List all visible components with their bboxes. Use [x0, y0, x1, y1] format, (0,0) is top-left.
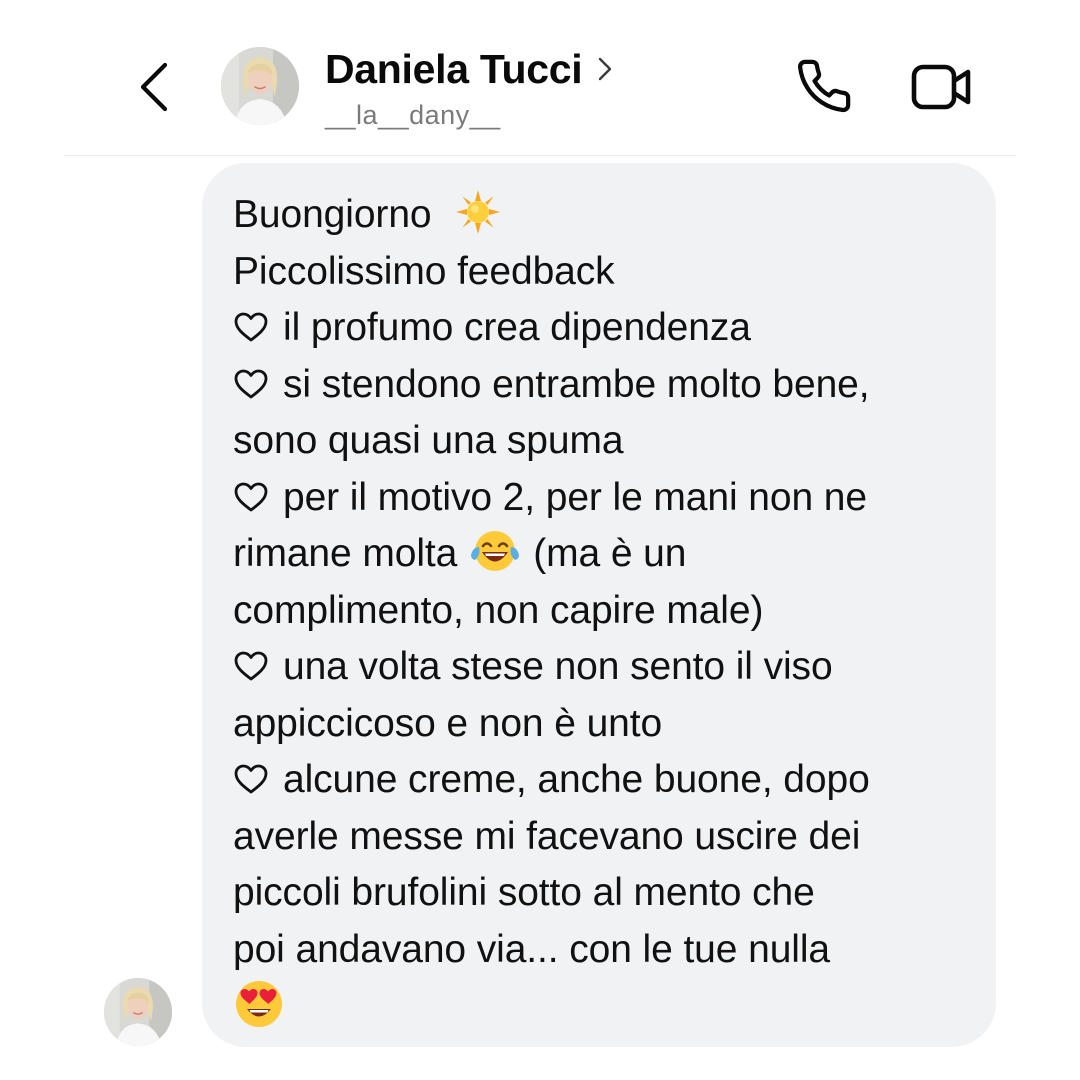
message-text: il profumo crea dipendenza: [283, 306, 751, 349]
sender-avatar[interactable]: [104, 978, 172, 1046]
avatar[interactable]: [221, 47, 299, 125]
message-text: (ma è un: [533, 532, 687, 575]
heart-eyes-emoji-icon: [236, 981, 282, 1027]
heart-outline-icon: [234, 482, 268, 511]
chat-header: Daniela Tucci __la__dany__: [0, 0, 1080, 156]
back-button[interactable]: [126, 55, 182, 119]
message-text: rimane molta: [233, 532, 458, 575]
message-line: Buongiorno: [233, 187, 976, 244]
message-line: rimane molta (ma è un: [233, 526, 976, 583]
message-line: il profumo crea dipendenza: [233, 300, 976, 357]
message-line: sono quasi una spuma: [233, 413, 976, 470]
chevron-left-icon: [140, 62, 168, 112]
heart-outline-icon: [234, 651, 268, 681]
contact-username: __la__dany__: [325, 100, 501, 130]
chevron-right-icon: [598, 57, 614, 81]
message-line: Piccolissimo feedback: [233, 244, 976, 301]
contact-name: Daniela Tucci: [325, 45, 583, 92]
laughing-tears-emoji-icon: [471, 531, 520, 571]
header-divider: [64, 155, 1016, 156]
message-text: una volta stese non sento il viso: [283, 645, 833, 688]
message-text: Piccolissimo feedback: [233, 249, 615, 293]
message-text: appiccicoso e non è unto: [233, 701, 663, 745]
message-line: una volta stese non sento il viso: [233, 639, 976, 696]
video-call-button[interactable]: [906, 54, 978, 120]
message-line: si stendono entrambe molto bene,: [233, 357, 976, 414]
message-text: sono quasi una spuma: [233, 419, 624, 462]
message-line: complimento, non capire male): [233, 583, 976, 640]
message-text: Buongiorno: [233, 193, 432, 236]
message-text: si stendono entrambe molto bene,: [283, 362, 870, 406]
audio-call-button[interactable]: [790, 52, 858, 120]
message-line: alcune creme, anche buone, dopo: [233, 752, 976, 809]
message-text: alcune creme, anche buone, dopo: [283, 758, 870, 801]
sun-icon: [456, 190, 501, 234]
message-line: appiccicoso e non è unto: [233, 696, 976, 753]
message-text: poi andavano via... con le tue nulla: [233, 927, 830, 971]
message-line: poi andavano via... con le tue nulla: [233, 922, 976, 979]
message-text: piccoli brufolini sotto al mento che: [233, 871, 815, 914]
chat-screen: Daniela Tucci __la__dany__ Buongiorno Pi…: [0, 0, 1080, 1080]
message-text: complimento, non capire male): [233, 588, 764, 632]
message-line: piccoli brufolini sotto al mento che: [233, 865, 976, 922]
phone-icon: [798, 59, 851, 113]
contact-info[interactable]: Daniela Tucci __la__dany__: [325, 42, 614, 131]
message-line: [233, 978, 976, 1039]
heart-outline-icon: [234, 764, 268, 794]
message-text: per il motivo 2, per le mani non ne: [283, 475, 867, 519]
message-line: averle messe mi facevano uscire dei: [233, 809, 976, 866]
heart-outline-icon: [234, 369, 268, 398]
message-line: per il motivo 2, per le mani non ne: [233, 470, 976, 527]
message-bubble[interactable]: Buongiorno Piccolissimo feedback il prof…: [202, 163, 996, 1047]
video-camera-icon: [911, 64, 971, 110]
message-text: averle messe mi facevano uscire dei: [233, 814, 861, 858]
heart-outline-icon: [234, 312, 268, 342]
